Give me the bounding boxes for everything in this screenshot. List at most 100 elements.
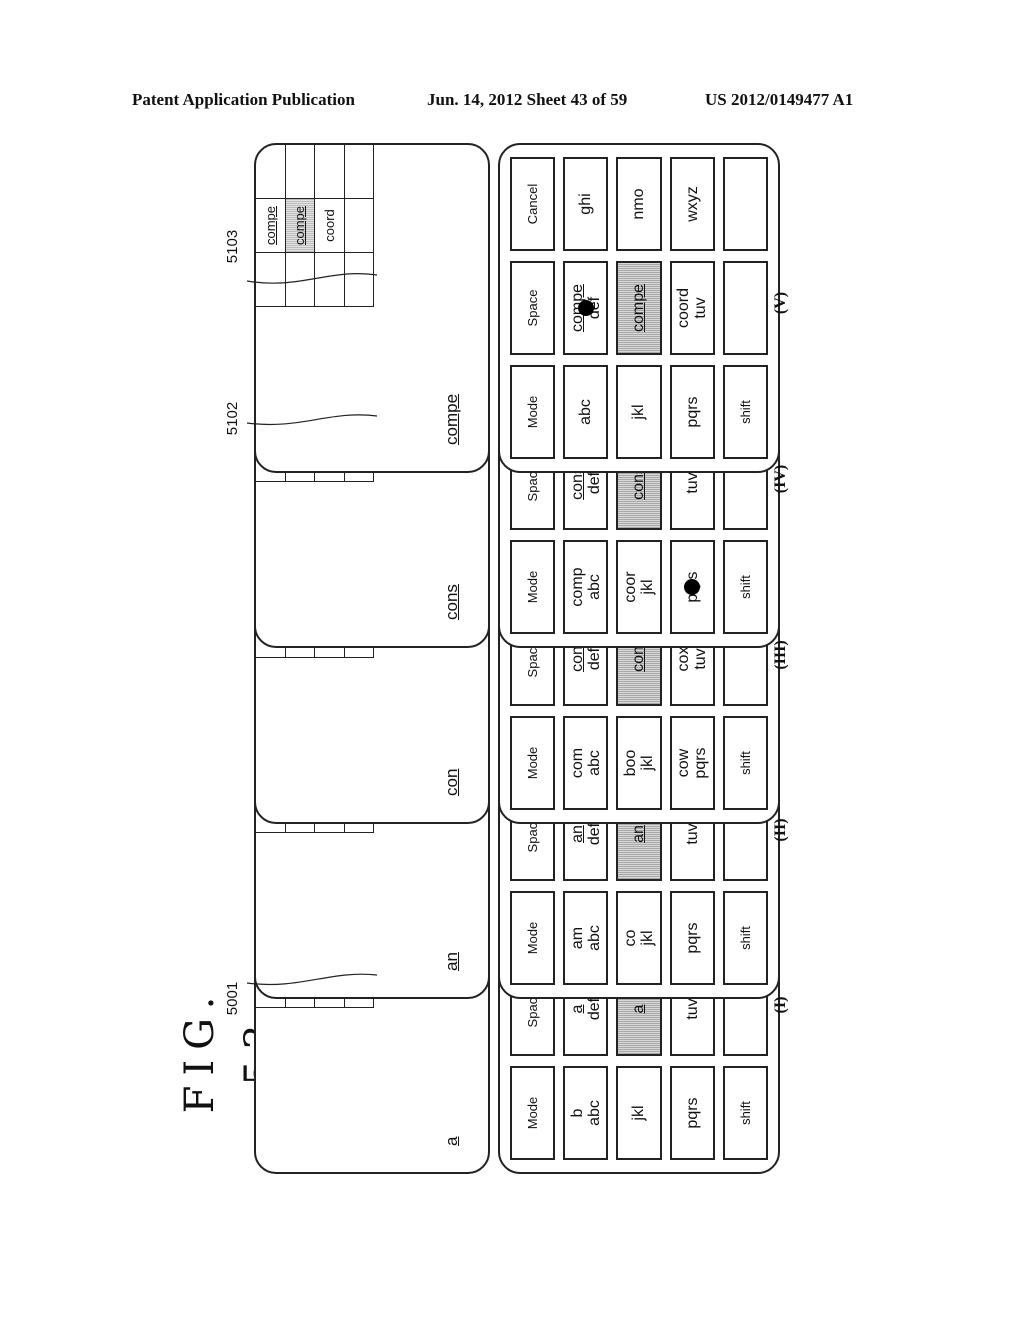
candidate-cell xyxy=(344,145,374,199)
typed-text: an xyxy=(442,952,461,971)
touch-point-icon xyxy=(684,579,701,595)
key-cancel[interactable]: Cancel xyxy=(510,157,556,251)
key-candidate-word: a xyxy=(630,1004,648,1014)
key-label: abc xyxy=(585,1100,603,1126)
key-mode[interactable]: Mode xyxy=(510,540,556,634)
key-label: jkl xyxy=(638,579,656,595)
key-blank[interactable] xyxy=(722,157,768,251)
candidate-cell xyxy=(256,145,286,199)
key-candidate-word: con xyxy=(568,646,586,672)
typed-text: cons xyxy=(442,584,461,620)
key-candidate-word: an xyxy=(630,825,648,843)
key-label: def xyxy=(585,997,603,1021)
key-pqrs[interactable]: cow pqrs xyxy=(669,716,715,810)
key-candidate-word: boo xyxy=(621,749,639,777)
key-mode[interactable]: Mode xyxy=(510,1066,556,1160)
key-shift[interactable]: shift xyxy=(722,716,768,810)
key-mode[interactable]: Mode xyxy=(510,365,556,459)
key-jkl[interactable]: boo jkl xyxy=(616,716,662,810)
publication-label: Patent Application Publication xyxy=(132,90,355,109)
reference-5102: 5102 xyxy=(224,401,242,436)
candidate-cell xyxy=(315,253,345,307)
key-label: jkl xyxy=(638,755,656,771)
key-label: abc xyxy=(585,925,603,951)
key-mode[interactable]: Mode xyxy=(510,891,556,985)
key-candidate-word: coor xyxy=(621,571,639,603)
key-label: tuv xyxy=(692,297,710,319)
candidate-cell xyxy=(285,145,315,199)
key-candidate-word: b xyxy=(568,1108,586,1118)
key-label: tuv xyxy=(683,823,701,845)
key-label: Mode xyxy=(525,746,541,780)
key-candidate[interactable]: compe xyxy=(616,261,662,355)
key-label: Mode xyxy=(525,1096,541,1130)
key-candidate-word: cow xyxy=(675,748,693,778)
candidate-cell[interactable]: compe xyxy=(285,199,315,253)
candidate-cell[interactable]: compe xyxy=(256,199,286,253)
key-shift[interactable]: shift xyxy=(722,540,768,634)
key-label: abc xyxy=(585,574,603,600)
date-sheet-label: Jun. 14, 2012 Sheet 43 of 59 xyxy=(427,90,628,109)
key-label: Mode xyxy=(525,921,541,955)
key-label: shift xyxy=(737,400,753,424)
candidate-cell xyxy=(256,253,286,307)
key-jkl[interactable]: jkl xyxy=(616,365,662,459)
key-candidate-word: co xyxy=(621,929,639,947)
key-candidate-word: a xyxy=(568,1004,586,1014)
key-tuv[interactable]: coord tuv xyxy=(669,261,715,355)
key-candidate-word: compe xyxy=(630,283,648,333)
typed-text: a xyxy=(442,1136,461,1146)
candidate-cell xyxy=(315,145,345,199)
display-screen: compe compe compe coord xyxy=(254,143,490,473)
key-pqrs[interactable]: pqrs xyxy=(669,891,715,985)
typed-text: con xyxy=(442,768,461,796)
key-label: Cancel xyxy=(525,183,541,225)
reference-5103: 5103 xyxy=(224,229,242,264)
key-candidate-word: con xyxy=(630,646,648,672)
key-shift[interactable]: shift xyxy=(722,365,768,459)
key-label: Mode xyxy=(525,395,541,429)
key-candidate-word: am xyxy=(568,926,586,950)
reference-5001: 5001 xyxy=(224,981,242,1016)
key-jkl[interactable]: jkl xyxy=(616,1066,662,1160)
key-space[interactable]: Space xyxy=(510,261,556,355)
key-label: pqrs xyxy=(683,922,701,954)
key-label: jkl xyxy=(630,404,648,420)
key-label: shift xyxy=(737,926,753,950)
touch-point-icon xyxy=(577,300,594,316)
key-label: def xyxy=(585,647,603,671)
candidate-grid: compe compe coord xyxy=(256,145,374,307)
key-label: wxyz xyxy=(683,186,701,222)
page-header: Patent Application Publication Jun. 14, … xyxy=(0,90,1024,114)
key-pqrs[interactable]: pqrs xyxy=(669,365,715,459)
key-def[interactable]: compedef xyxy=(563,261,609,355)
key-abc[interactable]: am abc xyxy=(563,891,609,985)
key-blank[interactable] xyxy=(722,261,768,355)
key-abc[interactable]: com abc xyxy=(563,716,609,810)
key-shift[interactable]: shift xyxy=(722,891,768,985)
candidate-cell xyxy=(285,253,315,307)
key-abc[interactable]: abc xyxy=(563,365,609,459)
key-mode[interactable]: Mode xyxy=(510,716,556,810)
key-ghi[interactable]: ghi xyxy=(563,157,609,251)
key-abc[interactable]: b abc xyxy=(563,1066,609,1160)
candidate-cell[interactable]: coord xyxy=(315,199,345,253)
key-label: pqrs xyxy=(683,1097,701,1129)
typed-text: compe xyxy=(442,393,461,445)
key-jkl[interactable]: co jkl xyxy=(616,891,662,985)
key-label: pqrs xyxy=(692,747,710,779)
key-label: Mode xyxy=(525,570,541,604)
key-wxyz[interactable]: wxyz xyxy=(669,157,715,251)
key-abc[interactable]: comp abc xyxy=(563,540,609,634)
key-jkl[interactable]: coor jkl xyxy=(616,540,662,634)
key-pqrs[interactable]: pqrs xyxy=(669,1066,715,1160)
key-label: abc xyxy=(585,750,603,776)
key-candidate-word: cox xyxy=(675,646,693,672)
panel-5: compecompecompecoordModeSpaceCancelabcco… xyxy=(254,143,780,473)
key-label: tuv xyxy=(692,648,710,670)
key-candidate-word: coord xyxy=(675,287,693,329)
key-pqrs[interactable]: pqrs xyxy=(669,540,715,634)
key-shift[interactable]: shift xyxy=(722,1066,768,1160)
key-nmo[interactable]: nmo xyxy=(616,157,662,251)
key-label: ghi xyxy=(577,193,595,215)
